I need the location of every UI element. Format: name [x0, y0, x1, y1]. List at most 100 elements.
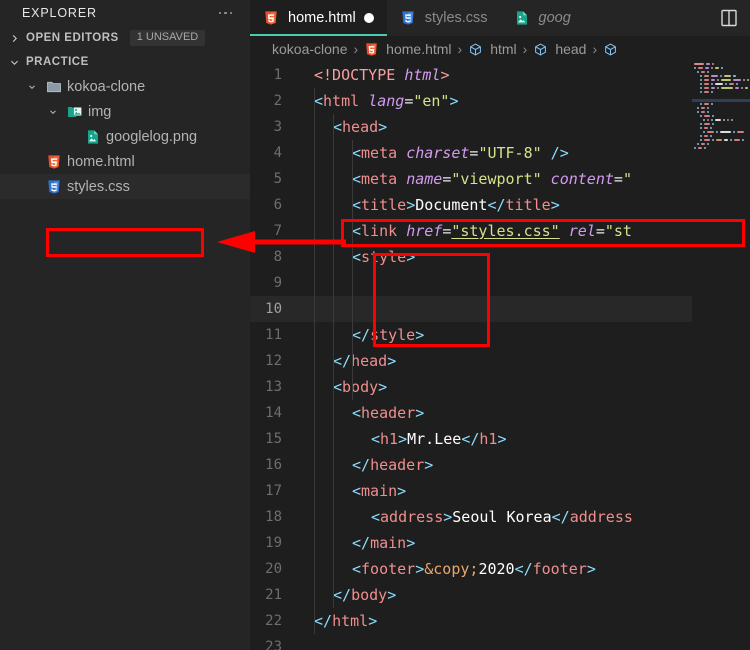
code-line[interactable]: 7 <link href="styles.css" rel="st [250, 218, 750, 244]
code-token: footer [532, 560, 587, 578]
minimap-segment [737, 131, 744, 133]
split-editor-icon[interactable] [718, 7, 740, 29]
minimap-segment [698, 147, 702, 149]
code-line[interactable]: 12 </head> [250, 348, 750, 374]
ellipsis-icon[interactable] [215, 8, 237, 19]
code-line[interactable]: 17 <main> [250, 478, 750, 504]
tree-item-home-html[interactable]: home.html [0, 149, 250, 174]
section-practice[interactable]: PRACTICE [0, 50, 250, 74]
minimap-segment [704, 83, 709, 85]
tree-item-img[interactable]: img [0, 99, 250, 124]
minimap-segment [745, 87, 748, 89]
code-line[interactable]: 13 <body> [250, 374, 750, 400]
line-number: 1 [273, 67, 282, 83]
explorer-title: EXPLORER [22, 6, 97, 20]
code-token: title [361, 196, 407, 214]
code-line[interactable]: 10 [250, 296, 750, 322]
minimap-segment [734, 139, 740, 141]
line-content: </body> [292, 586, 396, 604]
minimap-segment [697, 107, 699, 109]
code-token: title [505, 196, 551, 214]
breadcrumb-item-head[interactable]: head [555, 41, 586, 57]
code-line[interactable]: 14 <header> [250, 400, 750, 426]
minimap-segment [724, 139, 728, 141]
code-editor[interactable]: 1 <!DOCTYPE html> 2 <html lang="en"> 3 <head>… [250, 62, 750, 650]
line-number: 13 [265, 379, 282, 395]
minimap[interactable] [692, 62, 750, 650]
minimap-segment [721, 67, 723, 69]
tree-item-styles-css[interactable]: styles.css [0, 174, 250, 199]
tree-label: googlelog.png [106, 128, 198, 145]
explorer-header: EXPLORER [0, 0, 250, 26]
code-line[interactable]: 20 <footer>&copy;2020</footer> [250, 556, 750, 582]
section-open-editors[interactable]: OPEN EDITORS 1 UNSAVED [0, 26, 250, 50]
code-token: > [406, 248, 416, 266]
minimap-segment [711, 87, 715, 89]
code-line[interactable]: 22 </html> [250, 608, 750, 634]
breadcrumb-item-file[interactable]: home.html [386, 41, 451, 57]
code-line[interactable]: 5 <meta name="viewport" content=" [250, 166, 750, 192]
minimap-segment [701, 143, 705, 145]
code-line[interactable]: 9 [250, 270, 750, 296]
code-line[interactable]: 18 <address>Seoul Korea</address [250, 504, 750, 530]
line-content: <link href="styles.css" rel="st [292, 222, 632, 240]
code-token: = [442, 170, 452, 188]
line-number: 3 [273, 119, 282, 135]
code-token: rel [559, 222, 596, 240]
breadcrumb-item-folder[interactable]: kokoa-clone [272, 41, 348, 57]
code-line[interactable]: 6 <title>Document</title> [250, 192, 750, 218]
minimap-line [692, 75, 750, 78]
code-token: > [406, 534, 416, 552]
code-line[interactable]: 11 </style> [250, 322, 750, 348]
minimap-segment [711, 67, 713, 69]
code-token: html [404, 66, 441, 84]
code-token: Document [415, 196, 488, 214]
minimap-line [692, 87, 750, 90]
breadcrumb-separator: › [353, 41, 359, 57]
minimap-line [692, 79, 750, 82]
code-token: > [415, 404, 425, 422]
code-token: </ [352, 456, 371, 474]
code-line[interactable]: 15 <h1>Mr.Lee</h1> [250, 426, 750, 452]
unsaved-badge: 1 UNSAVED [129, 30, 206, 46]
breadcrumb-item-html[interactable]: html [490, 41, 516, 57]
code-line[interactable]: 21 </body> [250, 582, 750, 608]
minimap-segment [701, 111, 705, 113]
code-token: < [352, 482, 362, 500]
code-token: > [406, 196, 416, 214]
unsaved-dot-icon[interactable] [363, 13, 374, 23]
minimap-segment [703, 119, 705, 121]
code-line[interactable]: 3 <head> [250, 114, 750, 140]
indent-guide [352, 140, 353, 400]
minimap-segment [707, 131, 714, 133]
code-line[interactable]: 2 <html lang="en"> [250, 88, 750, 114]
minimap-segment [694, 147, 696, 149]
tree-item-kokoa-clone[interactable]: kokoa-clone [0, 74, 250, 99]
code-line[interactable]: 16 </header> [250, 452, 750, 478]
code-token: > [586, 560, 596, 578]
minimap-line [692, 91, 750, 94]
minimap-segment [704, 91, 709, 93]
minimap-segment [717, 87, 719, 89]
tab-googlelog-png[interactable]: goog [501, 0, 584, 36]
code-line[interactable]: 4 <meta charset="UTF-8" /> [250, 140, 750, 166]
minimap-line [692, 151, 750, 154]
html5-icon [263, 10, 280, 27]
tree-item-googlelog-png[interactable]: googlelog.png [0, 124, 250, 149]
tab-styles-css[interactable]: styles.css [387, 0, 501, 36]
code-token: "st [604, 222, 632, 240]
code-token: "viewport" [451, 170, 542, 188]
code-token: > [415, 326, 425, 344]
tree-label: home.html [67, 153, 135, 170]
code-line[interactable]: 8 <style> [250, 244, 750, 270]
code-line[interactable]: 19 </main> [250, 530, 750, 556]
code-token: body [351, 586, 388, 604]
minimap-segment [700, 123, 702, 125]
code-token: < [352, 248, 362, 266]
tab-home-html[interactable]: home.html [250, 0, 387, 36]
css3-icon [400, 10, 417, 27]
indent-guide [314, 88, 315, 634]
code-line[interactable]: 23 [250, 634, 750, 650]
code-token: </ [333, 586, 352, 604]
code-line[interactable]: 1 <!DOCTYPE html> [250, 62, 750, 88]
